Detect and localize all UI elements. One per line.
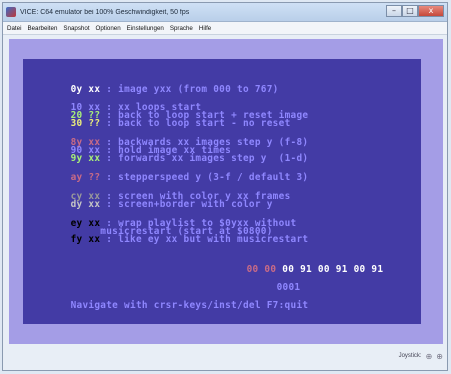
command-desc: : back to loop start - no reset: [100, 118, 291, 129]
menu-optionen[interactable]: Optionen: [96, 25, 121, 32]
joystick-port2-icon[interactable]: ⊕: [436, 352, 443, 361]
window-title: VICE: C64 emulator bei 100% Geschwindigk…: [20, 8, 190, 16]
help-line-7: ay ?? : stepperspeed y (3-f / default 3): [23, 164, 308, 182]
status-bar: Joystick: ⊕ ⊕: [9, 346, 443, 366]
close-button[interactable]: x: [418, 5, 444, 17]
command-desc: : like ey xx but with musicrestart: [100, 234, 309, 245]
command-key: dy xx: [70, 199, 101, 210]
menu-hilfe[interactable]: Hilfe: [199, 25, 211, 32]
vice-app-icon: [6, 7, 16, 17]
command-key: ay ??: [70, 172, 101, 183]
command-desc: : stepperspeed y (3-f / default 3): [100, 172, 309, 183]
joystick-port1-icon[interactable]: ⊕: [426, 352, 433, 361]
joystick-label: Joystick:: [398, 353, 422, 359]
help-line-0: 0y xx : image yxx (from 000 to 767): [23, 76, 279, 94]
menu-datei[interactable]: Datei: [7, 25, 21, 32]
menu-snapshot[interactable]: Snapshot: [63, 25, 89, 32]
c64-screen[interactable]: 0y xx : image yxx (from 000 to 767) 10 x…: [23, 59, 421, 324]
help-line-12: fy xx : like ey xx but with musicrestart: [23, 226, 308, 244]
command-desc: : screen+border with color y: [100, 199, 273, 210]
menu-bar: Datei Bearbeiten Snapshot Optionen Einst…: [3, 22, 447, 35]
window-controls: – □ x: [386, 5, 444, 19]
playlist-counter: 0001: [276, 282, 301, 293]
command-key: 9y xx: [70, 153, 101, 164]
command-key: 30 ??: [70, 118, 101, 129]
help-line-6: 9y xx : forwards xx images step y (1-d): [23, 145, 308, 163]
command-key: fy xx: [70, 234, 101, 245]
menu-sprache[interactable]: Sprache: [170, 25, 193, 32]
vice-window: VICE: C64 emulator bei 100% Geschwindigk…: [2, 2, 448, 371]
command-desc: : forwards xx images step y (1-d): [100, 153, 309, 164]
playlist-row: 00 00 00 91 00 91 00 91: [199, 256, 383, 274]
emulator-border[interactable]: 0y xx : image yxx (from 000 to 767) 10 x…: [9, 39, 443, 344]
menu-einstellungen[interactable]: Einstellungen: [127, 25, 164, 32]
help-line-3: 30 ?? : back to loop start - no reset: [23, 110, 291, 128]
help-line-9: dy xx : screen+border with color y: [23, 191, 273, 209]
minimize-button[interactable]: –: [386, 5, 402, 17]
footer-help: Navigate with crsr-keys/inst/del F7:quit: [70, 300, 309, 311]
menu-bearbeiten[interactable]: Bearbeiten: [27, 25, 57, 32]
title-bar[interactable]: VICE: C64 emulator bei 100% Geschwindigk…: [3, 3, 447, 22]
maximize-button[interactable]: □: [402, 5, 418, 17]
